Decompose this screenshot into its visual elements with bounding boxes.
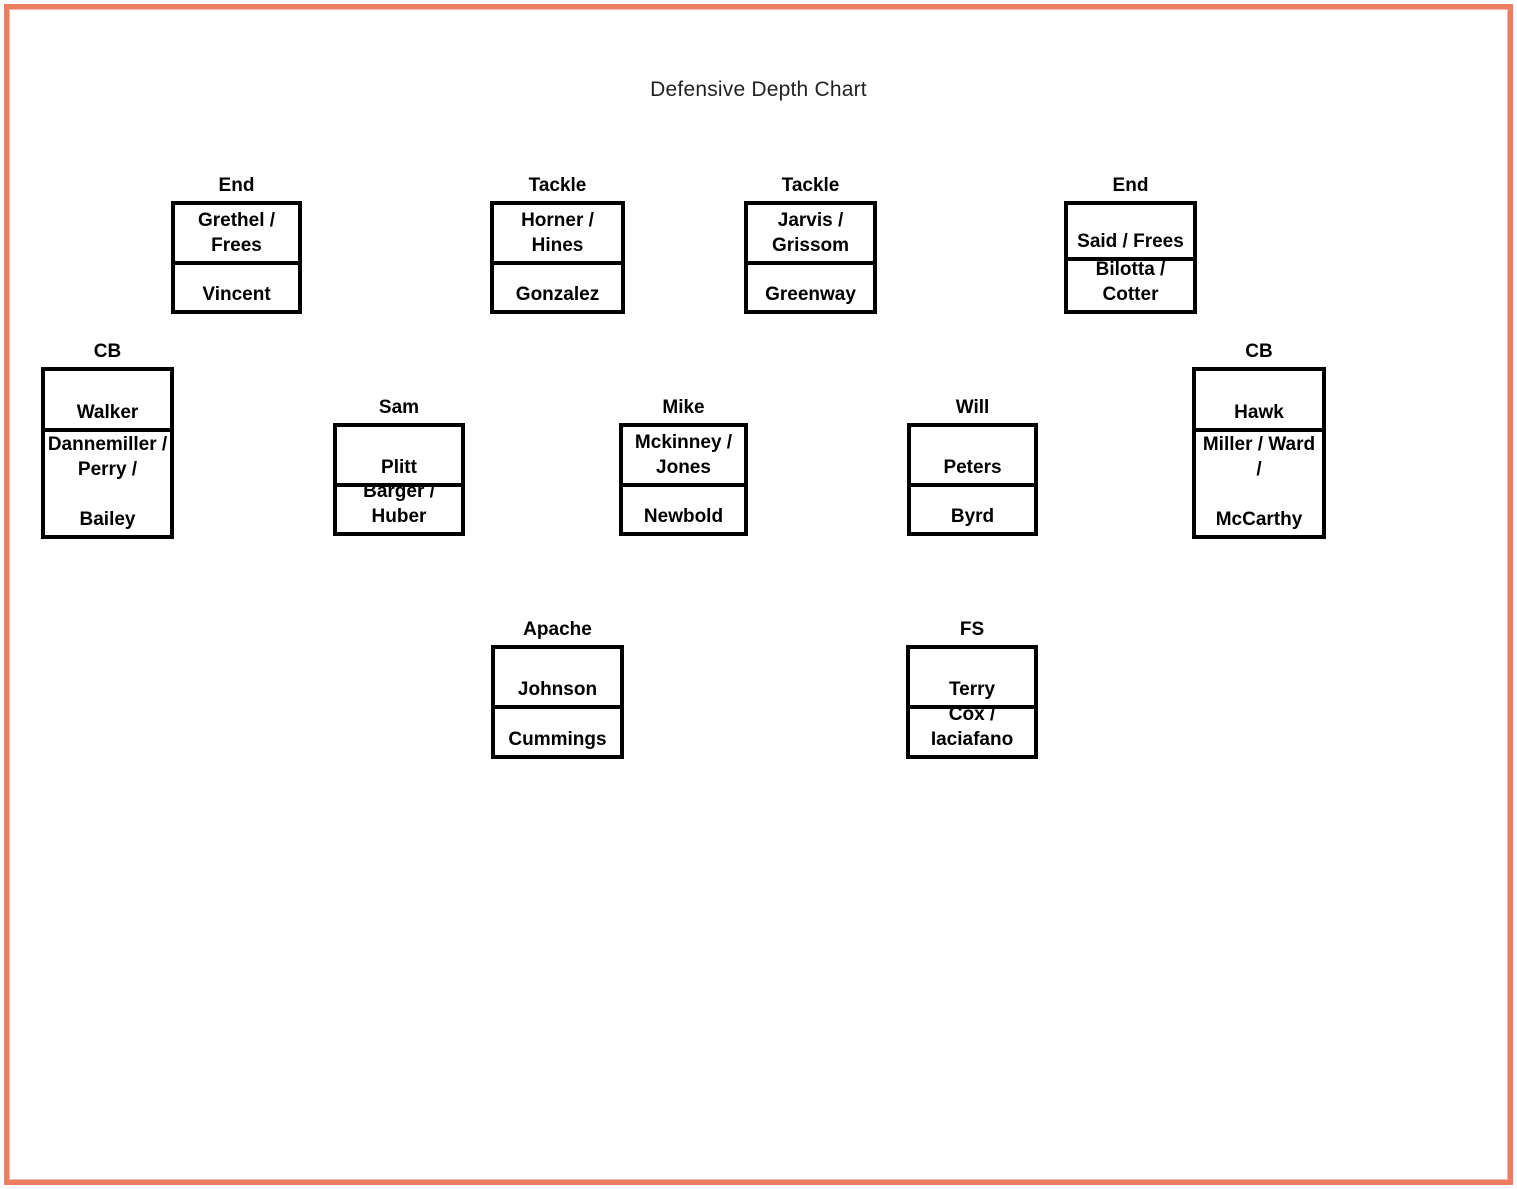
depth-box-right-cb: Hawk Miller / Ward / McCarthy [1192,367,1326,539]
position-group-right-cb: CB Hawk Miller / Ward / McCarthy [1192,341,1326,539]
depth-cell-line: Mckinney / [634,431,733,453]
depth-cell-line: Iaciafano [930,729,1014,750]
depth-cell-line: Dannemiller / [47,434,168,455]
depth-box-left-tackle: Horner / Hines Gonzalez [490,201,625,314]
depth-box-free-safety: Terry Cox / Iaciafano [906,645,1038,759]
depth-cell-will-linebacker-2: Byrd [911,482,1034,532]
depth-cell-free-safety-2: Cox / Iaciafano [910,704,1034,755]
position-label-mike-linebacker: Mike [662,397,705,418]
depth-cell-line: Plitt [381,456,417,478]
depth-cell-line: Newbold [643,506,724,527]
position-group-left-tackle: Tackle Horner / Hines Gonzalez [490,175,625,314]
depth-cell-line: Greenway [765,284,856,305]
depth-cell-line: Perry / [77,459,138,480]
depth-cell-line: Miller / Ward [1202,434,1316,455]
depth-cell-left-end-2: Vincent [175,260,298,310]
depth-cell-left-tackle-2: Gonzalez [494,260,621,310]
depth-cell-line: Bilotta / [1095,259,1166,280]
depth-cell-line: / [1256,459,1262,480]
depth-cell-free-safety-1: Terry [910,649,1034,705]
depth-cell-right-tackle-2: Greenway [748,260,873,310]
depth-cell-left-tackle-1: Horner / Hines [494,205,621,261]
depth-box-right-tackle: Jarvis / Grissom Greenway [744,201,877,314]
position-label-will-linebacker: Will [955,397,990,418]
depth-cell-line: Johnson [517,678,598,700]
position-group-left-cb: CB Walker Dannemiller / Perry / Bailey [41,341,174,539]
depth-cell-line: Frees [211,234,262,256]
depth-cell-line: Vincent [202,284,271,305]
depth-cell-line: Hines [531,234,584,256]
position-label-right-tackle: Tackle [781,175,840,196]
depth-cell-sam-linebacker-2: Barger / Huber [337,482,461,532]
position-label-left-tackle: Tackle [528,175,587,196]
page-title: Defensive Depth Chart [650,78,867,101]
depth-cell-line: McCarthy [1215,509,1303,530]
depth-box-mike-linebacker: Mckinney / Jones Newbold [619,423,748,536]
depth-chart-page: Defensive Depth Chart End Grethel / Frees … [0,0,1517,1189]
position-label-right-cb: CB [1245,341,1273,362]
depth-cell-sam-linebacker-1: Plitt [337,427,461,483]
depth-cell-line: Byrd [950,506,995,527]
depth-cell-left-end-1: Grethel / Frees [175,205,298,261]
position-group-left-end: End Grethel / Frees Vincent [171,175,302,314]
depth-cell-line: Terry [948,678,996,700]
position-group-free-safety: FS Terry Cox / Iaciafano [906,619,1038,759]
depth-cell-line: Grethel / [197,209,276,231]
position-label-free-safety: FS [959,619,985,640]
position-group-right-end: End Said / Frees Bilotta / Cotter [1064,175,1197,314]
position-group-sam-linebacker: Sam Plitt Barger / Huber [333,397,465,536]
depth-cell-line: Hawk [1234,402,1284,424]
position-label-left-cb: CB [93,341,122,362]
position-label-apache-safety: Apache [523,619,592,640]
position-group-will-linebacker: Will Peters Byrd [907,397,1038,536]
depth-cell-right-cb-2: Miller / Ward / McCarthy [1196,428,1322,535]
depth-cell-mike-linebacker-2: Newbold [623,482,744,532]
depth-box-sam-linebacker: Plitt Barger / Huber [333,423,465,536]
depth-cell-apache-safety-2: Cummings [495,704,620,755]
depth-cell-line: Cummings [508,729,607,750]
depth-cell-line: Barger / [363,482,435,502]
depth-cell-apache-safety-1: Johnson [495,649,620,705]
position-group-right-tackle: Tackle Jarvis / Grissom Greenway [744,175,877,314]
position-label-sam-linebacker: Sam [378,397,420,418]
position-group-mike-linebacker: Mike Mckinney / Jones Newbold [619,397,748,536]
depth-cell-left-cb-2: Dannemiller / Perry / Bailey [45,428,170,535]
depth-cell-right-cb-1: Hawk [1196,371,1322,429]
depth-cell-line: Cox / [948,704,996,725]
position-label-right-end: End [1112,175,1149,196]
depth-box-right-end: Said / Frees Bilotta / Cotter [1064,201,1197,314]
depth-cell-line: Walker [76,402,139,424]
depth-cell-line: Jones [656,456,711,478]
depth-cell-right-tackle-1: Jarvis / Grissom [748,205,873,261]
depth-cell-line: Cotter [1102,284,1159,305]
depth-cell-line: Grissom [771,234,850,256]
depth-box-left-end: Grethel / Frees Vincent [171,201,302,314]
depth-cell-line: Peters [943,456,1002,478]
depth-cell-left-cb-1: Walker [45,371,170,429]
depth-cell-mike-linebacker-1: Mckinney / Jones [623,427,744,483]
depth-cell-right-end-2: Bilotta / Cotter [1068,256,1193,310]
depth-cell-line: Said / Frees [1077,230,1184,252]
depth-cell-will-linebacker-1: Peters [911,427,1034,483]
depth-box-left-cb: Walker Dannemiller / Perry / Bailey [41,367,174,539]
position-group-apache-safety: Apache Johnson Cummings [491,619,624,759]
depth-cell-line: Huber [371,506,427,527]
depth-cell-line: Horner / [521,209,594,231]
depth-cell-line: Jarvis / [777,209,844,231]
position-label-left-end: End [218,175,255,196]
depth-box-apache-safety: Johnson Cummings [491,645,624,759]
depth-cell-line: Gonzalez [515,284,600,305]
depth-cell-right-end-1: Said / Frees [1068,205,1193,257]
depth-box-will-linebacker: Peters Byrd [907,423,1038,536]
depth-cell-line: Bailey [79,509,136,530]
